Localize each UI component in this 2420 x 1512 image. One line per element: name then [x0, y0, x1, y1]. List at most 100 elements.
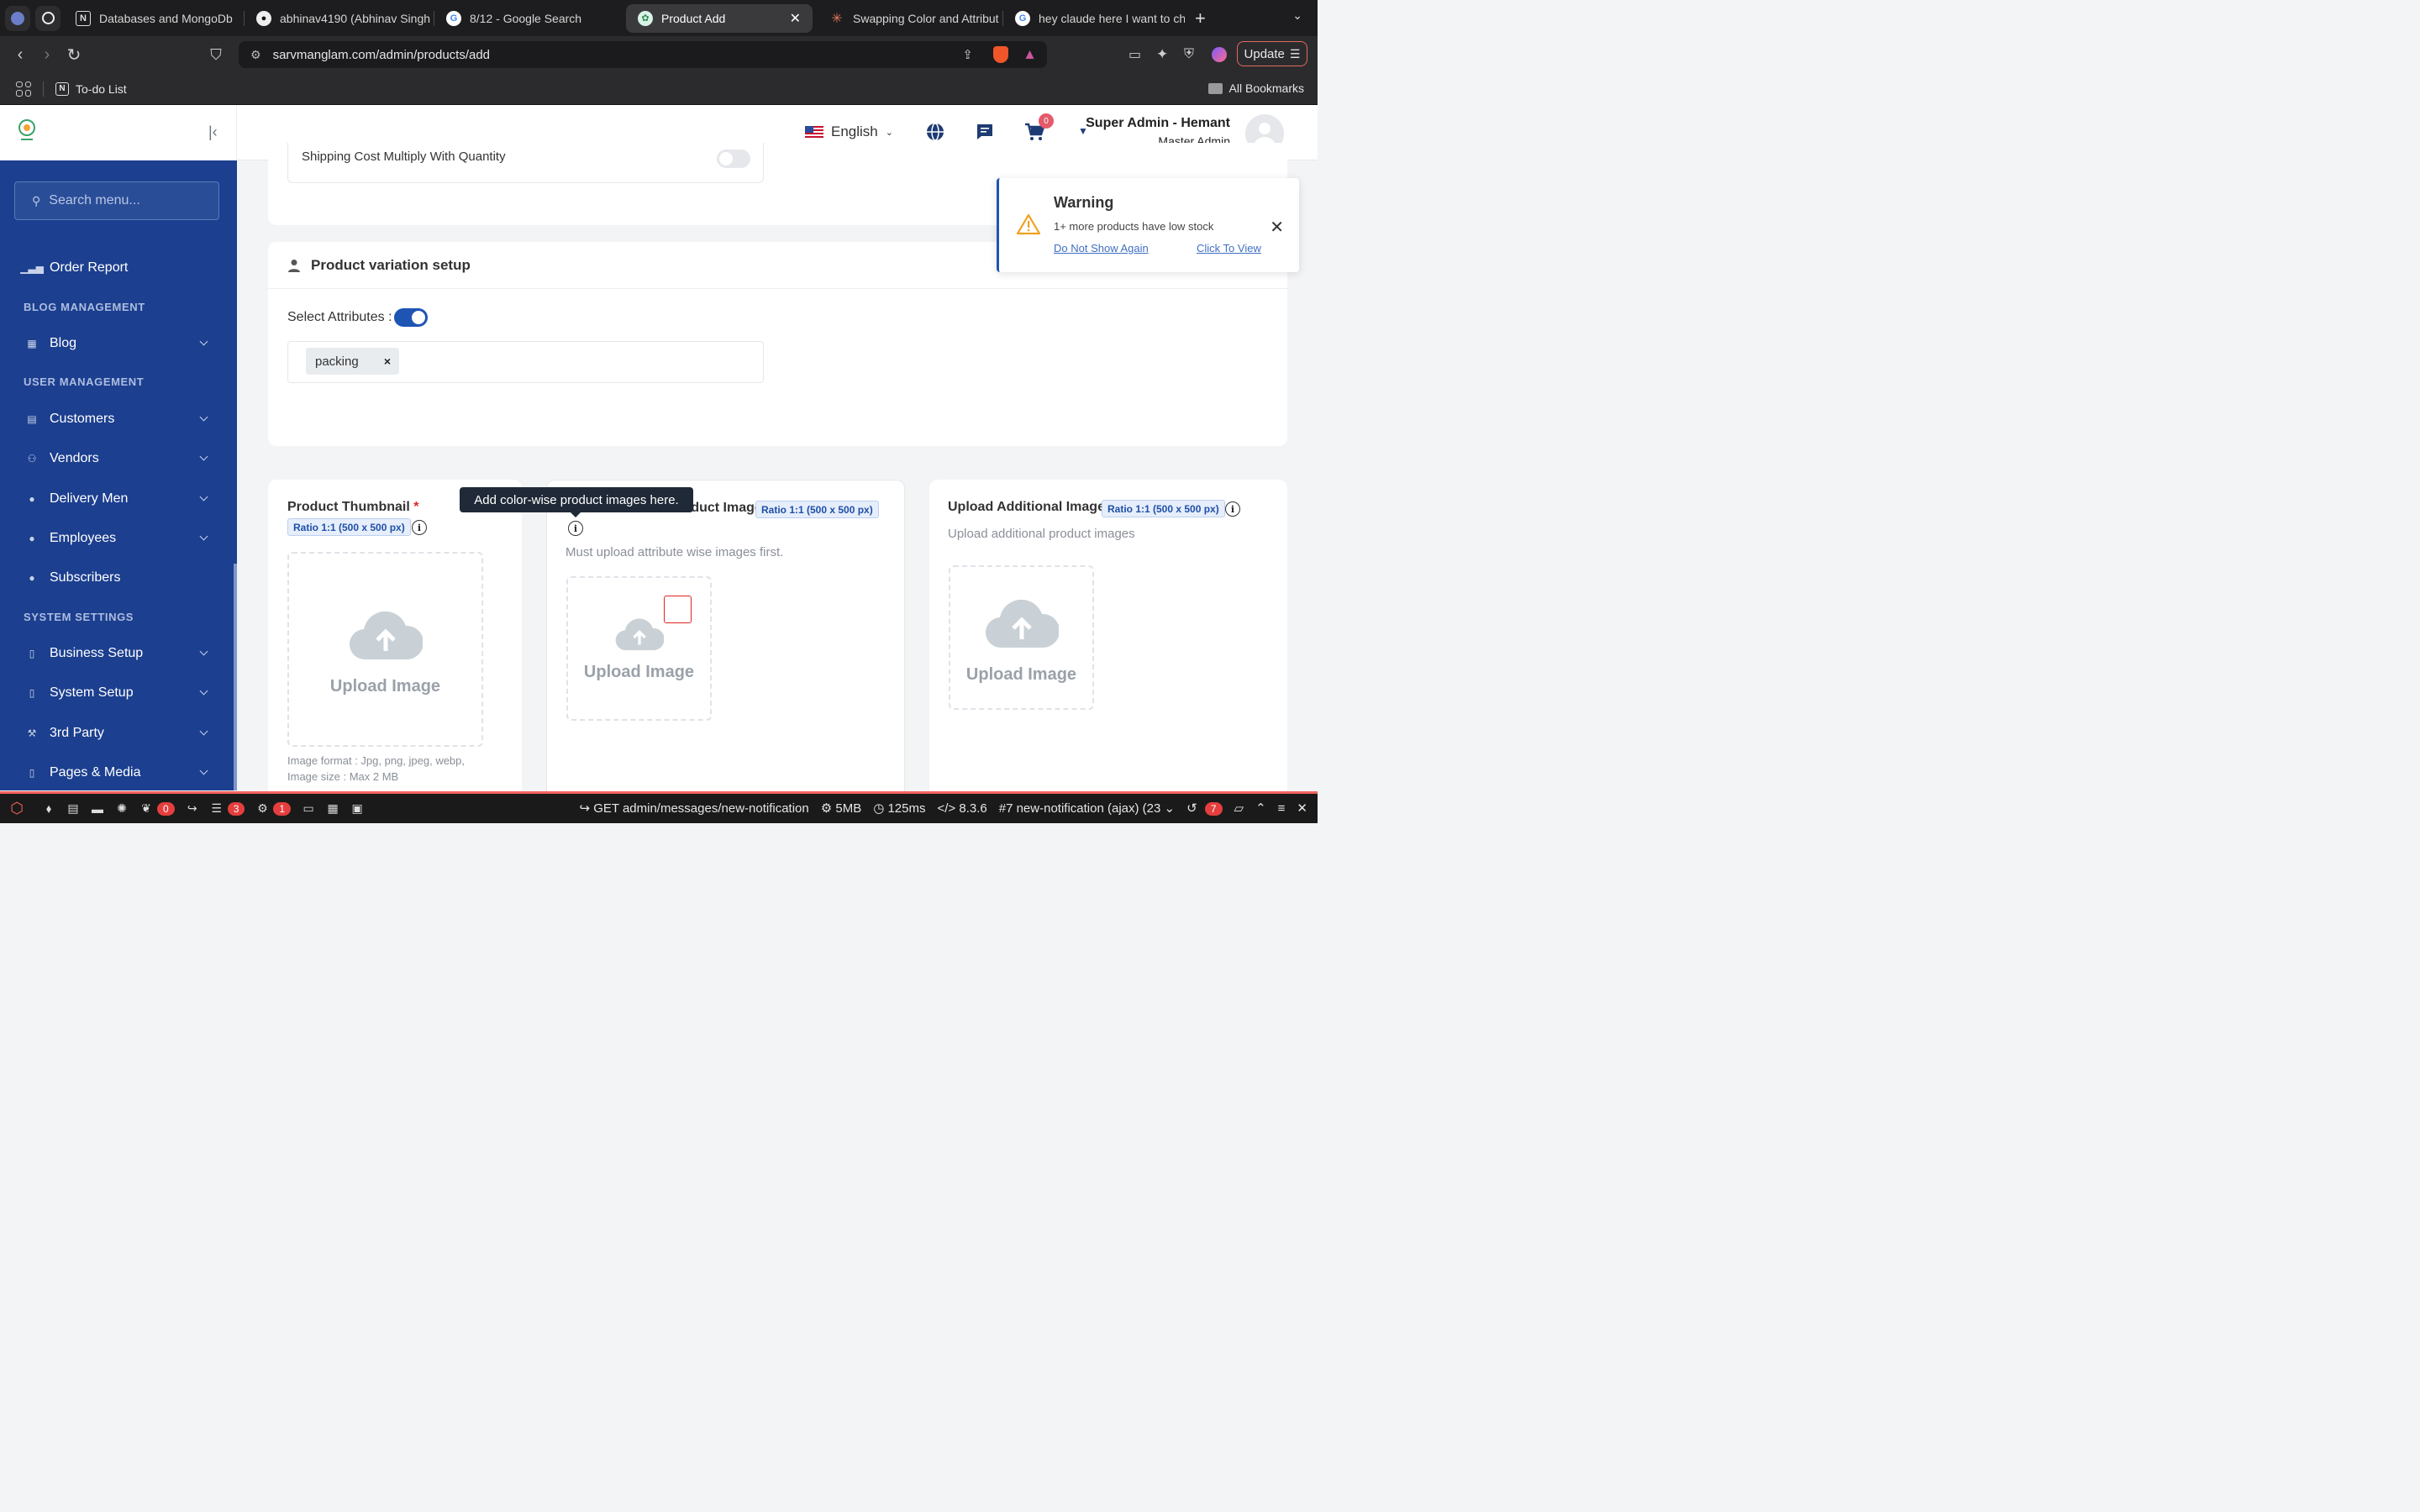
history-badge: 7 — [1204, 802, 1223, 816]
required-mark: * — [413, 500, 419, 514]
language-selector[interactable]: English ⌄ — [805, 123, 893, 140]
message-icon[interactable] — [975, 122, 995, 142]
sidebar-item-system-setup[interactable]: ▯ System Setup — [0, 676, 237, 710]
tab-label: hey claude here I want to ch — [1039, 11, 1185, 25]
tab-list-chevron-icon[interactable]: ⌄ — [1292, 8, 1302, 23]
sidebar-item-customers[interactable]: ▤ Customers — [0, 402, 237, 436]
additional-upload-zone[interactable]: Upload Image — [949, 565, 1094, 710]
info-icon[interactable]: i — [568, 521, 583, 536]
request-item[interactable]: ↪ GET admin/messages/new-notification — [579, 801, 808, 816]
user-icon — [288, 259, 300, 272]
chevron-down-icon — [199, 647, 208, 656]
shipping-multiply-label: Shipping Cost Multiply With Quantity — [302, 150, 506, 164]
tab-product-add[interactable]: ✿ Product Add ✕ — [626, 3, 813, 33]
site-settings-icon[interactable]: ⚙ — [250, 48, 261, 62]
user-name[interactable]: Super Admin - Hemant — [1086, 116, 1230, 131]
laravel-logo-icon[interactable]: ⬡ — [10, 800, 24, 816]
bookmarks-bar: N To-do List All Bookmarks — [0, 73, 1318, 105]
log-icon[interactable]: ▦ — [326, 801, 339, 816]
route-icon[interactable]: ↪ — [186, 801, 199, 816]
memory-item[interactable]: ⚙ 5MB — [821, 801, 861, 816]
close-debugbar-icon[interactable]: ✕ — [1297, 801, 1307, 816]
pinned-tab-profile[interactable] — [5, 5, 30, 31]
shipping-multiply-toggle[interactable] — [717, 150, 750, 168]
address-bar[interactable]: ⚙ sarvmanglam.com/admin/products/add ⇪ ▲ — [239, 41, 1047, 68]
additional-image-subtext: Upload additional product images — [948, 527, 1135, 541]
settings-icon[interactable]: ≡ — [1278, 801, 1286, 816]
search-menu-input[interactable]: ⚲ Search menu... — [14, 181, 219, 220]
tab-google-claude[interactable]: G hey claude here I want to ch — [1003, 4, 1185, 33]
leaf-icon[interactable]: ❦ — [139, 801, 153, 816]
brand-logo-icon[interactable] — [16, 118, 38, 144]
avatar-head — [1259, 123, 1270, 134]
sidebar-item-blog[interactable]: ▦ Blog — [0, 327, 237, 360]
vpn-icon[interactable]: ⛨ — [1184, 47, 1194, 62]
tab-github[interactable]: ● abhinav4190 (Abhinav Singh — [245, 4, 434, 33]
sidebar-item-employees[interactable]: ● Employees — [0, 522, 237, 555]
sidebar-scrollbar[interactable] — [234, 564, 237, 790]
extension-icon[interactable] — [1212, 47, 1227, 62]
collapse-sidebar-icon[interactable]: |‹ — [208, 123, 218, 141]
new-tab-icon[interactable]: + — [1195, 8, 1206, 29]
globe-icon[interactable] — [925, 122, 945, 142]
folder-open-icon[interactable]: ▱ — [1234, 801, 1244, 816]
update-button[interactable]: Update ☰ — [1237, 41, 1307, 66]
sidebar-item-vendors[interactable]: ⚇ Vendors — [0, 442, 237, 475]
tab-databases[interactable]: N Databases and MongoDb — [64, 4, 244, 33]
inbox-icon[interactable]: ▭ — [302, 801, 315, 816]
ratio-badge: Ratio 1:1 (500 x 500 px) — [755, 501, 879, 518]
reload-icon[interactable]: ↻ — [60, 45, 87, 66]
customers-icon: ▤ — [27, 413, 37, 425]
color-swatch-placeholder[interactable] — [664, 596, 692, 623]
search-placeholder: Search menu... — [49, 193, 140, 207]
bookmark-icon[interactable]: ⛉ — [203, 46, 229, 64]
wallet-icon[interactable]: ▭ — [1128, 46, 1141, 63]
sidebar-item-third-party[interactable]: ⚒ 3rd Party — [0, 717, 237, 750]
leo-ai-icon[interactable]: ✦ — [1156, 46, 1168, 63]
models-icon[interactable]: ⚙ — [255, 801, 269, 816]
forward-icon[interactable]: › — [34, 45, 60, 65]
tag-icon[interactable]: ⬧ — [42, 801, 55, 816]
time-item[interactable]: ◷ 125ms — [873, 801, 925, 816]
database-icon[interactable]: ☰ — [210, 801, 224, 816]
url-path: /admin/products/add — [376, 47, 491, 62]
info-icon[interactable]: i — [1225, 501, 1240, 517]
sidebar-item-pages-media[interactable]: ▯ Pages & Media — [0, 756, 237, 790]
sidebar-item-subscribers[interactable]: ● Subscribers — [0, 561, 237, 595]
brave-rewards-icon[interactable]: ▲ — [1023, 46, 1037, 63]
do-not-show-again-link[interactable]: Do Not Show Again — [1054, 242, 1149, 255]
tab-claude[interactable]: ✳ Swapping Color and Attribut — [818, 4, 1002, 33]
click-to-view-link[interactable]: Click To View — [1197, 242, 1261, 255]
tab-google-search[interactable]: G 8/12 - Google Search — [434, 4, 619, 33]
sidebar-item-business-setup[interactable]: ▯ Business Setup — [0, 637, 237, 670]
sidebar-item-order-report[interactable]: ▁▃▅ Order Report — [0, 251, 237, 285]
select-attributes-label: Select Attributes : — [287, 310, 392, 324]
apps-grid-icon[interactable] — [16, 81, 31, 97]
clock-icon: ◷ — [873, 801, 888, 816]
attributes-multiselect[interactable]: packing × — [287, 341, 764, 383]
share-icon[interactable]: ⇪ — [962, 47, 973, 62]
brave-shield-icon[interactable] — [993, 46, 1008, 63]
back-icon[interactable]: ‹ — [7, 45, 34, 65]
info-icon[interactable]: i — [412, 520, 427, 535]
list-icon[interactable]: ▤ — [66, 801, 80, 816]
tab-label: Product Add — [661, 11, 726, 25]
archive-icon[interactable]: ▣ — [350, 801, 364, 816]
bug-icon[interactable]: ✺ — [115, 801, 129, 816]
history-item[interactable]: ↺ 7 — [1186, 801, 1223, 816]
all-bookmarks[interactable]: All Bookmarks — [1207, 81, 1304, 95]
version-item[interactable]: </> 8.3.6 — [938, 801, 987, 816]
maximize-icon[interactable]: ⌃ — [1255, 801, 1266, 816]
close-tab-icon[interactable]: ✕ — [790, 10, 801, 27]
remove-chip-icon[interactable]: × — [384, 354, 391, 368]
select-attributes-toggle[interactable] — [394, 308, 428, 327]
ajax-request-selector[interactable]: #7 new-notification (ajax) (23 ⌄ — [999, 801, 1175, 816]
close-icon[interactable]: ✕ — [1270, 217, 1284, 238]
section-heading-blog: BLOG MANAGEMENT — [24, 301, 145, 313]
drawer-icon[interactable]: ▬ — [91, 802, 104, 816]
bookmark-todo[interactable]: N To-do List — [55, 81, 127, 96]
thumbnail-upload-zone[interactable]: Upload Image — [287, 552, 483, 747]
pinned-tab-openai[interactable] — [35, 5, 60, 31]
sidebar-item-delivery-men[interactable]: ● Delivery Men — [0, 482, 237, 516]
tooltip: Add color-wise product images here. — [460, 487, 693, 517]
